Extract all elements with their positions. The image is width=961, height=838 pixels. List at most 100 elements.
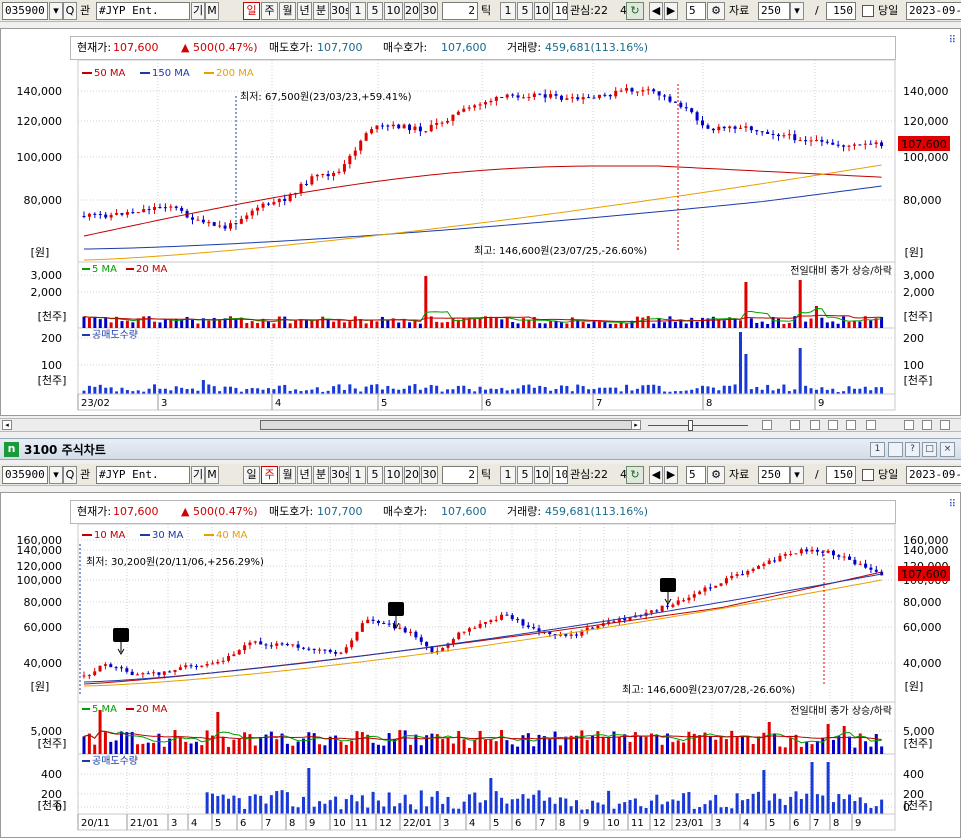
next-button[interactable]: ▶ xyxy=(664,466,678,484)
tool-icon-6[interactable] xyxy=(866,420,876,430)
tool-icon-1[interactable] xyxy=(762,420,772,430)
period-button-9[interactable]: 20 xyxy=(404,466,420,484)
period-button-4[interactable]: 분 xyxy=(313,466,329,484)
candle-body xyxy=(285,644,289,646)
refresh-icon[interactable]: ↻ xyxy=(626,2,644,20)
flag-m-button[interactable]: M xyxy=(205,466,219,484)
code-dropdown-button[interactable]: ▾ xyxy=(49,466,63,484)
tick-button-2[interactable]: 10 xyxy=(534,466,550,484)
period-button-1[interactable]: 주 xyxy=(261,2,278,20)
count-input[interactable]: 5 xyxy=(686,466,706,484)
panel-menu-icon[interactable]: ⠿ xyxy=(949,35,956,46)
tool-icon-8[interactable] xyxy=(922,420,932,430)
flag-gi-button[interactable]: 기 xyxy=(191,466,205,484)
tool-icon-7[interactable] xyxy=(904,420,914,430)
count-input[interactable]: 5 xyxy=(686,2,706,20)
period-button-10[interactable]: 30 xyxy=(421,2,438,20)
search-icon[interactable]: Q xyxy=(63,466,77,484)
tick-button-1[interactable]: 5 xyxy=(517,466,533,484)
period-button-0[interactable]: 일 xyxy=(243,466,260,484)
stock-code-input[interactable]: 035900 xyxy=(2,466,48,484)
tick-count-input[interactable]: 10 xyxy=(552,466,568,484)
panel-menu-icon[interactable]: ⠿ xyxy=(949,499,956,510)
today-checkbox[interactable] xyxy=(862,469,874,481)
data-dropdown-button[interactable]: ▾ xyxy=(790,466,804,484)
period-button-3[interactable]: 년 xyxy=(297,466,312,484)
zoom-slider[interactable] xyxy=(688,420,693,431)
short-bar xyxy=(576,384,580,394)
candle-body xyxy=(722,126,726,129)
tool-icon-9[interactable] xyxy=(940,420,950,430)
total-input[interactable]: 150 xyxy=(826,466,856,484)
short-bar xyxy=(510,799,514,814)
data-count-input[interactable]: 250 xyxy=(758,2,790,20)
settings-gear-icon[interactable]: ⚙ xyxy=(707,2,725,20)
tick-button-0[interactable]: 1 xyxy=(500,466,516,484)
date-input[interactable]: 2023-09-1 xyxy=(906,466,961,484)
next-button[interactable]: ▶ xyxy=(664,2,678,20)
tick-button-2[interactable]: 10 xyxy=(534,2,550,20)
zoom-track[interactable] xyxy=(648,425,748,426)
period-button-9[interactable]: 20 xyxy=(404,2,420,20)
period-button-7[interactable]: 5 xyxy=(367,466,383,484)
daily-chart-canvas[interactable]: 140,000 140,000 120,000 120,000 100,000 100,0… xyxy=(0,60,961,416)
tick-button-0[interactable]: 1 xyxy=(500,2,516,20)
period-button-2[interactable]: 월 xyxy=(279,2,296,20)
period-button-4[interactable]: 분 xyxy=(313,2,329,20)
short-bar xyxy=(798,348,802,394)
volume-bar xyxy=(660,744,664,754)
prev-button[interactable]: ◀ xyxy=(649,2,663,20)
today-checkbox[interactable] xyxy=(862,5,874,17)
search-icon[interactable]: Q xyxy=(63,2,77,20)
tool-icon-2[interactable] xyxy=(790,420,800,430)
period-button-5[interactable]: 30s xyxy=(330,466,349,484)
volume-bar xyxy=(337,319,341,328)
chart-scrollbar[interactable]: ◂ ▸ xyxy=(0,418,961,432)
volume-bar xyxy=(82,316,86,328)
close-button[interactable]: × xyxy=(940,442,955,457)
tool-icon-5[interactable] xyxy=(846,420,856,430)
flag-gi-button[interactable]: 기 xyxy=(191,2,205,20)
tick-button-1[interactable]: 5 xyxy=(517,2,533,20)
period-button-1[interactable]: 주 xyxy=(261,466,278,484)
flag-m-button[interactable]: M xyxy=(205,2,219,20)
short-bar xyxy=(587,389,591,394)
help-button[interactable]: ? xyxy=(905,442,920,457)
scroll-left-icon[interactable]: ◂ xyxy=(2,420,12,430)
weekly-chart-canvas[interactable]: 160,000160,000140,000140,000120,000120,0… xyxy=(0,524,961,838)
period-button-6[interactable]: 1 xyxy=(350,466,366,484)
tool-icon-3[interactable] xyxy=(810,420,820,430)
tick-value-input[interactable]: 2 xyxy=(442,466,478,484)
data-dropdown-button[interactable]: ▾ xyxy=(790,2,804,20)
stock-code-input[interactable]: 035900 xyxy=(2,2,48,20)
volume-bar xyxy=(237,738,241,754)
scroll-thumb[interactable] xyxy=(260,420,640,430)
settings-gear-icon[interactable]: ⚙ xyxy=(707,466,725,484)
candle-body xyxy=(153,206,157,210)
tool-icon-4[interactable] xyxy=(828,420,838,430)
period-button-10[interactable]: 30 xyxy=(421,466,438,484)
maximize-button[interactable]: □ xyxy=(922,442,937,457)
tick-count-input[interactable]: 10 xyxy=(552,2,568,20)
link-icon[interactable] xyxy=(888,442,903,457)
prev-button[interactable]: ◀ xyxy=(649,466,663,484)
tick-value-input[interactable]: 2 xyxy=(442,2,478,20)
scroll-right-icon[interactable]: ▸ xyxy=(631,420,641,430)
date-input[interactable]: 2023-09-1 xyxy=(906,2,961,20)
window-number-button[interactable]: 1 xyxy=(870,442,885,457)
short-bar xyxy=(722,385,726,394)
period-button-2[interactable]: 월 xyxy=(279,466,296,484)
data-count-input[interactable]: 250 xyxy=(758,466,790,484)
period-button-3[interactable]: 년 xyxy=(297,2,312,20)
ma-legend-label: 10 MA xyxy=(94,530,126,541)
period-button-6[interactable]: 1 xyxy=(350,2,366,20)
period-button-8[interactable]: 10 xyxy=(384,466,403,484)
volume-bar xyxy=(256,323,260,328)
period-button-0[interactable]: 일 xyxy=(243,2,260,20)
code-dropdown-button[interactable]: ▾ xyxy=(49,2,63,20)
period-button-7[interactable]: 5 xyxy=(367,2,383,20)
period-button-5[interactable]: 30s xyxy=(330,2,349,20)
total-input[interactable]: 150 xyxy=(826,2,856,20)
period-button-8[interactable]: 10 xyxy=(384,2,403,20)
refresh-icon[interactable]: ↻ xyxy=(626,466,644,484)
